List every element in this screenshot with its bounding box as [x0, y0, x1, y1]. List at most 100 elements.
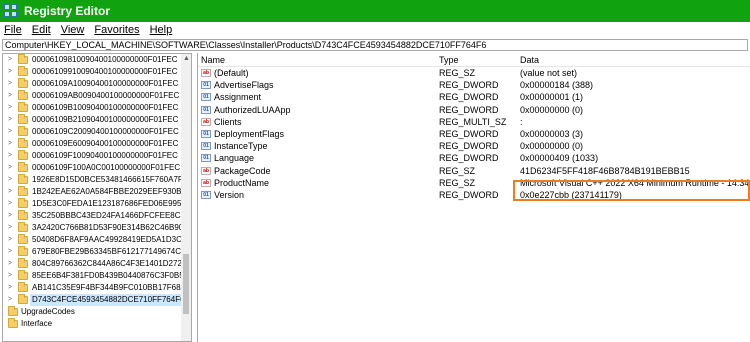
- value-type: REG_SZ: [439, 177, 476, 188]
- value-data: 0x00000184 (388): [520, 80, 594, 91]
- tree-key[interactable]: > Interface: [3, 318, 191, 330]
- header-type[interactable]: Type: [439, 55, 459, 65]
- tree-key-label: 1B242EAE62A0A584FBBE2029EEF930BC: [32, 187, 188, 196]
- chevron-right-icon[interactable]: >: [3, 306, 4, 318]
- tree-key[interactable]: >00006109E60090400100000000F01FEC: [3, 138, 191, 150]
- folder-icon: [18, 294, 28, 304]
- menu-bar: File Edit View Favorites Help: [0, 22, 750, 38]
- chevron-right-icon[interactable]: >: [8, 126, 12, 138]
- tree-key-label: 00006109910090400100000000F01FEC: [32, 67, 178, 76]
- folder-icon: [18, 150, 28, 160]
- tree-key-label: AB141C35E9F4BF344B9FC010BB17F68A: [32, 283, 186, 292]
- chevron-right-icon[interactable]: >: [8, 246, 12, 258]
- tree-key[interactable]: >35C250BBBC43ED24FA1466DFCFEE8C86: [3, 210, 191, 222]
- tree-key[interactable]: >00006109F10090400100000000F01FEC: [3, 150, 191, 162]
- tree-key-label: 1926E8D15D0BCE53481466615F760A7F: [32, 175, 183, 184]
- chevron-right-icon[interactable]: >: [8, 174, 12, 186]
- chevron-right-icon[interactable]: >: [8, 294, 12, 306]
- string-value-icon: ab: [201, 166, 211, 175]
- value-type: REG_DWORD: [439, 141, 499, 152]
- tree-key[interactable]: > D743C4FCE4593454882DCE710FF764F6: [3, 294, 191, 306]
- chevron-right-icon[interactable]: >: [8, 234, 12, 246]
- folder-icon: [18, 54, 28, 64]
- chevron-right-icon[interactable]: >: [8, 150, 12, 162]
- value-row[interactable]: 01 DeploymentFlags REG_DWORD 0x00000003 (3): [198, 128, 750, 140]
- chevron-right-icon[interactable]: >: [8, 102, 12, 114]
- tree-key[interactable]: > UpgradeCodes: [3, 306, 191, 318]
- value-type: REG_SZ: [439, 165, 476, 176]
- value-data: 0x00000003 (3): [520, 128, 584, 139]
- chevron-right-icon[interactable]: >: [8, 114, 12, 126]
- tree-key-label: 3A2420C766B81D53F90E314B62C46B90: [32, 223, 184, 232]
- folder-icon: [18, 234, 28, 244]
- tree-key[interactable]: >1B242EAE62A0A584FBBE2029EEF930BC: [3, 186, 191, 198]
- value-row[interactable]: 01 AuthorizedLUAApp REG_DWORD 0x00000000 (0…: [198, 104, 750, 116]
- chevron-right-icon[interactable]: >: [8, 222, 12, 234]
- chevron-right-icon[interactable]: >: [8, 282, 12, 294]
- tree-key[interactable]: >679E80FBE29B63345BF612177149674C: [3, 246, 191, 258]
- chevron-right-icon[interactable]: >: [8, 90, 12, 102]
- folder-icon: [18, 282, 28, 292]
- menu-view[interactable]: View: [61, 24, 85, 36]
- value-name: ProductName: [214, 177, 270, 188]
- tree-key[interactable]: >1D5E3C0FEDA1E123187686FED06E995A: [3, 198, 191, 210]
- tree-key-label: 00006109AB0090400100000000F01FEC: [32, 91, 180, 100]
- menu-edit[interactable]: Edit: [32, 24, 51, 36]
- chevron-right-icon[interactable]: >: [8, 198, 12, 210]
- value-row[interactable]: ab PackageCode REG_SZ 41D6234F5FF418F46B878…: [198, 165, 750, 177]
- menu-help[interactable]: Help: [150, 24, 173, 36]
- tree-key-label: 00006109F10090400100000000F01FEC: [32, 151, 178, 160]
- folder-icon: [18, 198, 28, 208]
- tree-key[interactable]: >00006109A10090400100000000F01FEC: [3, 78, 191, 90]
- chevron-right-icon[interactable]: >: [8, 186, 12, 198]
- tree-key[interactable]: >00006109810090400100000000F01FEC: [3, 54, 191, 66]
- chevron-right-icon[interactable]: >: [8, 66, 12, 78]
- value-type: REG_DWORD: [439, 104, 499, 115]
- tree-key[interactable]: >804C89766362C844A86C4F3E1401D272: [3, 258, 191, 270]
- chevron-right-icon[interactable]: >: [8, 78, 12, 90]
- chevron-right-icon[interactable]: >: [8, 162, 12, 174]
- value-row[interactable]: 01 InstanceType REG_DWORD 0x00000000 (0): [198, 140, 750, 152]
- column-headers: Name Type Data: [198, 53, 750, 67]
- tree-key[interactable]: >00006109C20090400100000000F01FEC: [3, 126, 191, 138]
- tree-key[interactable]: >00006109B21090400100000000F01FEC: [3, 114, 191, 126]
- address-bar[interactable]: Computer\HKEY_LOCAL_MACHINE\SOFTWARE\Cla…: [2, 39, 748, 51]
- tree-key-label: 00006109F100A0C00100000000F01FEC: [32, 163, 181, 172]
- key-tree-pane[interactable]: >00006109810090400100000000F01FEC >000061…: [2, 53, 192, 342]
- tree-key[interactable]: >00006109AB0090400100000000F01FEC: [3, 90, 191, 102]
- folder-icon: [18, 222, 28, 232]
- chevron-right-icon[interactable]: >: [8, 210, 12, 222]
- tree-key[interactable]: >1926E8D15D0BCE53481466615F760A7F: [3, 174, 191, 186]
- chevron-right-icon[interactable]: >: [8, 138, 12, 150]
- chevron-right-icon[interactable]: >: [8, 54, 12, 66]
- tree-key[interactable]: >00006109F100A0C00100000000F01FEC: [3, 162, 191, 174]
- scrollbar-thumb[interactable]: [183, 254, 189, 314]
- scroll-up-icon[interactable]: ▲: [183, 55, 190, 62]
- chevron-right-icon[interactable]: >: [8, 258, 12, 270]
- value-row[interactable]: ab (Default) REG_SZ (value not set): [198, 67, 750, 79]
- menu-favorites[interactable]: Favorites: [94, 24, 139, 36]
- chevron-right-icon[interactable]: >: [3, 318, 4, 330]
- tree-key[interactable]: >00006109910090400100000000F01FEC: [3, 66, 191, 78]
- tree-key[interactable]: >50408D6F8AF9AAC49928419ED5A1D3CA: [3, 234, 191, 246]
- value-row[interactable]: 01 Language REG_DWORD 0x00000409 (1033): [198, 152, 750, 164]
- menu-file[interactable]: File: [4, 24, 22, 36]
- tree-key[interactable]: > AB141C35E9F4BF344B9FC010BB17F68A: [3, 282, 191, 294]
- header-name[interactable]: Name: [201, 55, 225, 65]
- tree-key-label: 00006109C20090400100000000F01FEC: [32, 127, 179, 136]
- binary-value-icon: 01: [201, 105, 211, 114]
- tree-key[interactable]: >3A2420C766B81D53F90E314B62C46B90: [3, 222, 191, 234]
- chevron-right-icon[interactable]: >: [8, 270, 12, 282]
- tree-scrollbar[interactable]: ▲: [181, 54, 191, 341]
- header-data[interactable]: Data: [520, 55, 539, 65]
- value-row[interactable]: 01 Assignment REG_DWORD 0x00000001 (1): [198, 91, 750, 103]
- value-row[interactable]: ab Clients REG_MULTI_SZ:: [198, 116, 750, 128]
- tree-key-label: 1D5E3C0FEDA1E123187686FED06E995A: [32, 199, 187, 208]
- tree-key-label: D743C4FCE4593454882DCE710FF764F6: [30, 294, 187, 306]
- tree-key[interactable]: >85EE6B4F381FD0B439B0440876C3F0B5: [3, 270, 191, 282]
- value-row[interactable]: 01 AdvertiseFlags REG_DWORD 0x00000184 (388…: [198, 79, 750, 91]
- folder-icon: [18, 126, 28, 136]
- tree-key[interactable]: >00006109B10090400100000000F01FEC: [3, 102, 191, 114]
- value-name: PackageCode: [214, 165, 271, 176]
- value-type: REG_DWORD: [439, 128, 499, 139]
